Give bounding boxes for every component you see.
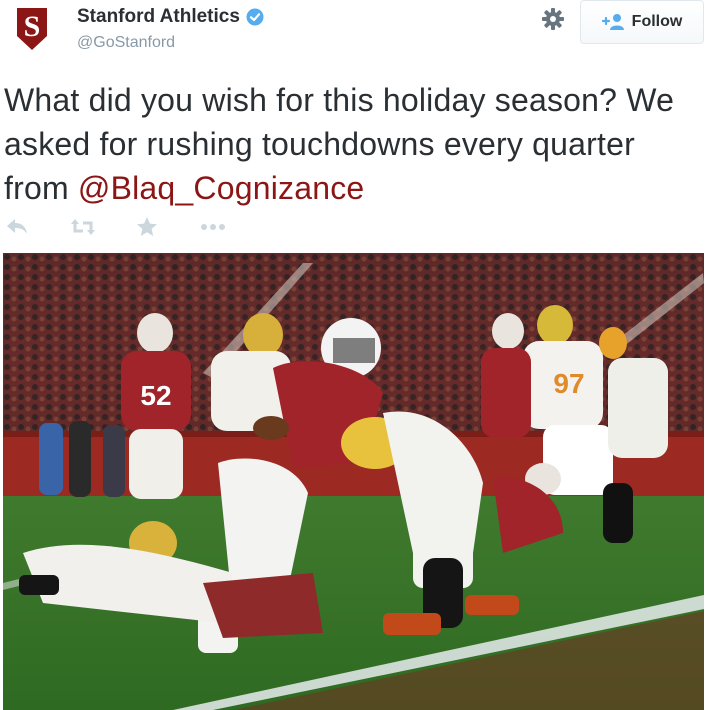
follow-button-label: Follow — [631, 13, 683, 30]
author-handle[interactable]: @GoStanford — [77, 34, 264, 52]
verified-badge-icon — [246, 8, 264, 26]
logo-letter: S — [24, 10, 41, 43]
tweet-photo[interactable]: 52 97 — [3, 253, 704, 710]
jersey-number-right: 97 — [553, 368, 584, 399]
gear-icon[interactable] — [541, 7, 565, 31]
retweet-icon[interactable] — [70, 216, 96, 238]
reply-icon[interactable] — [6, 216, 28, 238]
author-name[interactable]: Stanford Athletics — [77, 6, 240, 28]
tweet-author: Stanford Athletics @GoStanford — [77, 6, 264, 52]
add-user-icon — [601, 14, 624, 30]
follow-button[interactable]: Follow — [580, 0, 704, 44]
tweet-text: What did you wish for this holiday seaso… — [4, 78, 704, 210]
tweet-actions — [6, 216, 226, 238]
more-dots-icon[interactable] — [200, 216, 226, 238]
jersey-number-left: 52 — [140, 380, 171, 411]
mention-link[interactable]: @Blaq_Cognizance — [78, 170, 365, 206]
football-photo: 52 97 — [3, 253, 704, 710]
favorite-star-icon[interactable] — [136, 216, 158, 238]
stanford-logo[interactable]: S — [13, 6, 51, 52]
